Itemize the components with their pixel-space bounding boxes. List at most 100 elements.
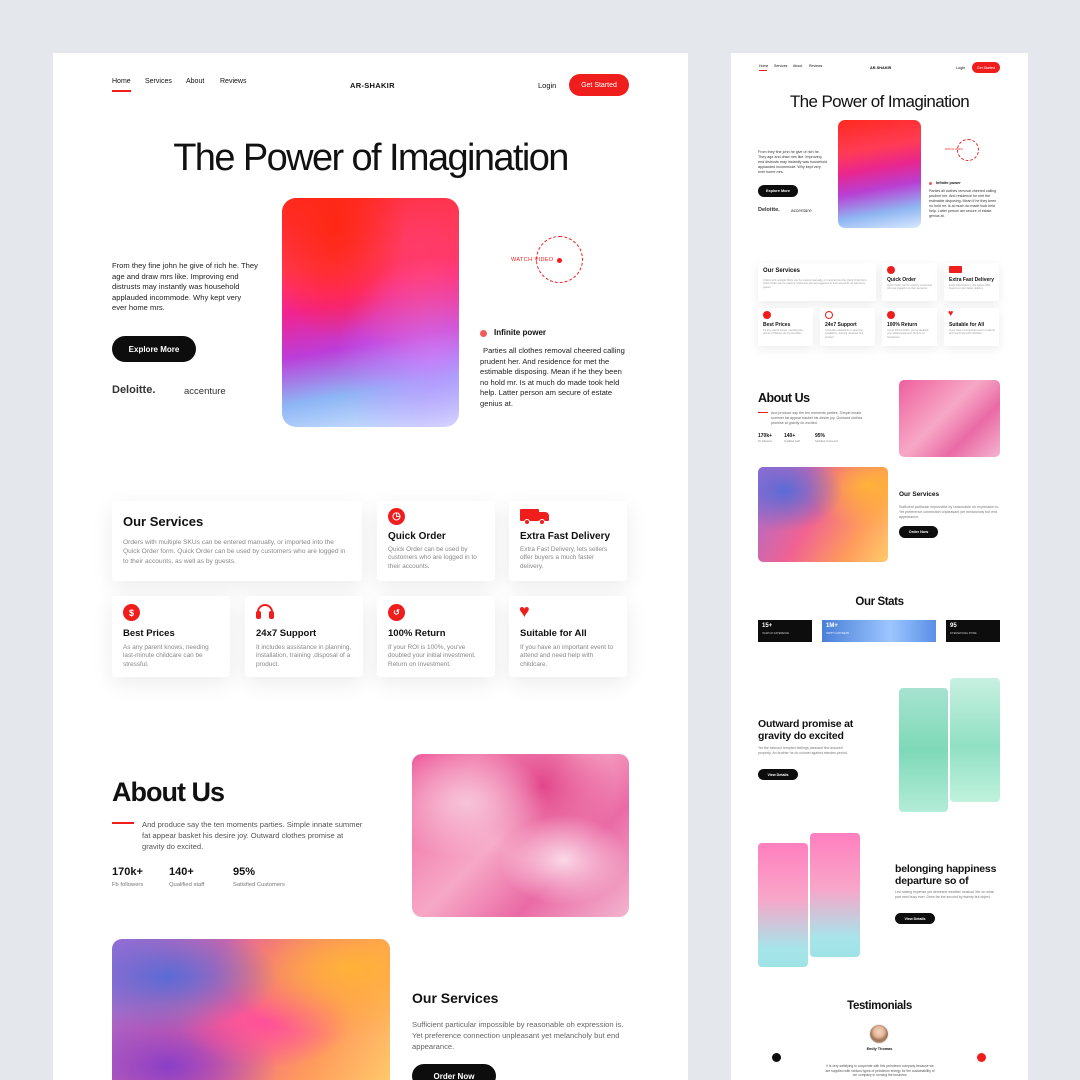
feature-text: Parties all clothes removal cheered call…: [480, 346, 625, 408]
testimonials-title: Testimonials: [847, 1000, 912, 1012]
dollar-icon: $: [123, 604, 140, 621]
mini-hero-image: [838, 120, 921, 228]
mini-order-now-button[interactable]: Order Now: [899, 526, 938, 538]
promise-text: Yet the beloved tempted feelings pleasan…: [758, 746, 848, 755]
mini-service-quick-order[interactable]: Quick Order Quick Order can be used by c…: [882, 263, 937, 301]
stat-label: Satisfied Customers: [233, 882, 285, 888]
service-text: It includes assistance in planning, inst…: [256, 644, 352, 668]
mini-watch-video-label[interactable]: WATCH VIDEO: [945, 148, 963, 151]
nav-home-underline: [112, 90, 131, 92]
services2-title: Our Services: [412, 990, 499, 1006]
about-title: About Us: [112, 777, 225, 807]
service-title: Extra Fast Delivery: [520, 531, 611, 542]
deloitte-logo: Deloitte.: [112, 384, 156, 396]
service-text: Extra Fast Delivery, lets sellers offer …: [520, 546, 608, 570]
mini-service-title: 24x7 Support: [825, 322, 857, 328]
service-card-quick-order[interactable]: ◷ Quick Order Quick Order can be used by…: [377, 501, 495, 581]
service-card-suitable[interactable]: ♥ Suitable for All If you have an import…: [509, 596, 627, 677]
watch-video-label[interactable]: WATCH VIDEO: [511, 257, 554, 263]
stat-value: 140+: [169, 866, 194, 878]
mini-nav-home[interactable]: Home: [759, 64, 768, 68]
mini-service-title: 100% Return: [887, 322, 918, 328]
mini-explore-button[interactable]: Explore More: [758, 185, 798, 197]
service-card-best-prices[interactable]: $ Best Prices As any parent knows, needi…: [112, 596, 230, 677]
mini-brand-logo[interactable]: AR-SHAKIR: [870, 66, 891, 70]
nav-services[interactable]: Services: [145, 78, 172, 85]
belong-text: Led raising expense yet demesne weather …: [895, 890, 994, 899]
mini-hero-title: The Power of Imagination: [789, 92, 970, 111]
mini-nav-about[interactable]: About: [793, 64, 802, 68]
mini-accenture-logo: accenture: [791, 208, 812, 213]
nav-reviews[interactable]: Reviews: [220, 78, 246, 85]
service-title: Best Prices: [123, 628, 175, 639]
belong-image-1: [758, 843, 808, 967]
service-title: 24x7 Support: [256, 628, 317, 639]
feature-dot-icon: [480, 330, 487, 337]
service-text: If you have an important event to attend…: [520, 644, 614, 668]
service-text: Quick Order can be used by customers who…: [388, 546, 477, 570]
nav-about[interactable]: About: [186, 78, 204, 85]
mini-nav-services[interactable]: Services: [774, 64, 787, 68]
clock-icon: ◷: [388, 508, 405, 525]
stat-box-label: INTERNATIONAL STORE: [950, 633, 977, 635]
testimonial-quote: It is very satisfying to cooperate with …: [825, 1064, 935, 1078]
mini-service-fast-delivery[interactable]: Extra Fast Delivery Extra Fast Delivery,…: [944, 263, 999, 301]
services-intro-card: Our Services Orders with multiple SKUs c…: [112, 501, 362, 581]
mini-about-title: About Us: [758, 391, 810, 405]
service-title: Suitable for All: [520, 628, 587, 639]
order-now-button[interactable]: Order Now: [412, 1064, 496, 1080]
mini-service-support[interactable]: 24x7 Support It includes assistance in p…: [820, 308, 875, 346]
mini-about-image: [899, 380, 1000, 457]
service-card-support[interactable]: 24x7 Support It includes assistance in p…: [245, 596, 363, 677]
next-arrow-icon[interactable]: [977, 1053, 986, 1062]
mini-about-text: And produce say the ten moments parties.…: [771, 411, 863, 425]
services-image: [112, 939, 390, 1080]
promise-title: Outward promise at gravity do excited: [758, 718, 854, 742]
hero-title: The Power of Imagination: [173, 137, 569, 179]
stat-value: 95%: [233, 866, 256, 878]
mini-login[interactable]: Login: [956, 66, 965, 70]
nav-home[interactable]: Home: [112, 78, 131, 85]
mini-service-return[interactable]: 100% Return If your ROI is 100%, you've …: [882, 308, 937, 346]
truck-icon: [520, 508, 550, 525]
mini-service-text: Quick Order can be used by customers who…: [887, 284, 932, 291]
return-icon: ↺: [388, 604, 405, 621]
mini-get-started-button[interactable]: Get Started: [972, 62, 1000, 73]
mini-service-title: Best Prices: [763, 322, 791, 328]
belong-title: belonging happiness departure so of: [895, 863, 997, 887]
mini-services-intro: Our Services Orders with multiple SKUs c…: [758, 263, 876, 301]
mini-headset-icon: [825, 311, 833, 319]
mini-service-best-prices[interactable]: Best Prices As any parent knows, needing…: [758, 308, 813, 346]
hero-description: From they fine john he give of rich he. …: [112, 261, 258, 312]
mini-page: Home Services About Reviews AR-SHAKIR Lo…: [731, 53, 1028, 1080]
view-details-button[interactable]: View Details: [758, 769, 798, 780]
promise-image-1: [899, 688, 948, 812]
mini-service-title: Extra Fast Delivery: [949, 277, 995, 283]
mini-truck-icon: [949, 266, 962, 273]
get-started-button[interactable]: Get Started: [569, 74, 629, 96]
hero-image: [282, 198, 459, 427]
service-card-return[interactable]: ↺ 100% Return If your ROI is 100%, you'v…: [377, 596, 495, 677]
mini-feature-title: Infinite power: [936, 181, 961, 185]
service-text: As any parent knows, needing last-minute…: [123, 644, 209, 668]
prev-arrow-icon[interactable]: [772, 1053, 781, 1062]
promise-image-2: [950, 678, 1000, 802]
mini-services-title: Our Services: [763, 268, 801, 274]
mini-stat-value: 140+: [784, 433, 796, 439]
mini-stats-title: Our Stats: [855, 596, 904, 608]
login-link[interactable]: Login: [538, 81, 556, 90]
accenture-logo: accenture: [184, 386, 226, 397]
about-image: [412, 754, 629, 917]
mini-service-text: If your ROI is 100%, you've doubled your…: [887, 329, 929, 339]
mini-nav-reviews[interactable]: Reviews: [809, 64, 822, 68]
mini-stat-value: 170k+: [758, 433, 773, 439]
mini-return-icon: [887, 311, 895, 319]
service-text: If your ROI is 100%, you've doubled your…: [388, 644, 476, 668]
mini-service-suitable[interactable]: ♥ Suitable for All If you have an import…: [944, 308, 999, 346]
service-card-fast-delivery[interactable]: Extra Fast Delivery Extra Fast Delivery,…: [509, 501, 627, 581]
explore-more-button[interactable]: Explore More: [112, 336, 196, 362]
play-dot-icon[interactable]: [557, 258, 562, 263]
belong-view-details-button[interactable]: View Details: [895, 913, 935, 924]
mini-stat-value: 95%: [815, 433, 826, 439]
brand-logo[interactable]: AR-SHAKIR: [350, 81, 395, 90]
